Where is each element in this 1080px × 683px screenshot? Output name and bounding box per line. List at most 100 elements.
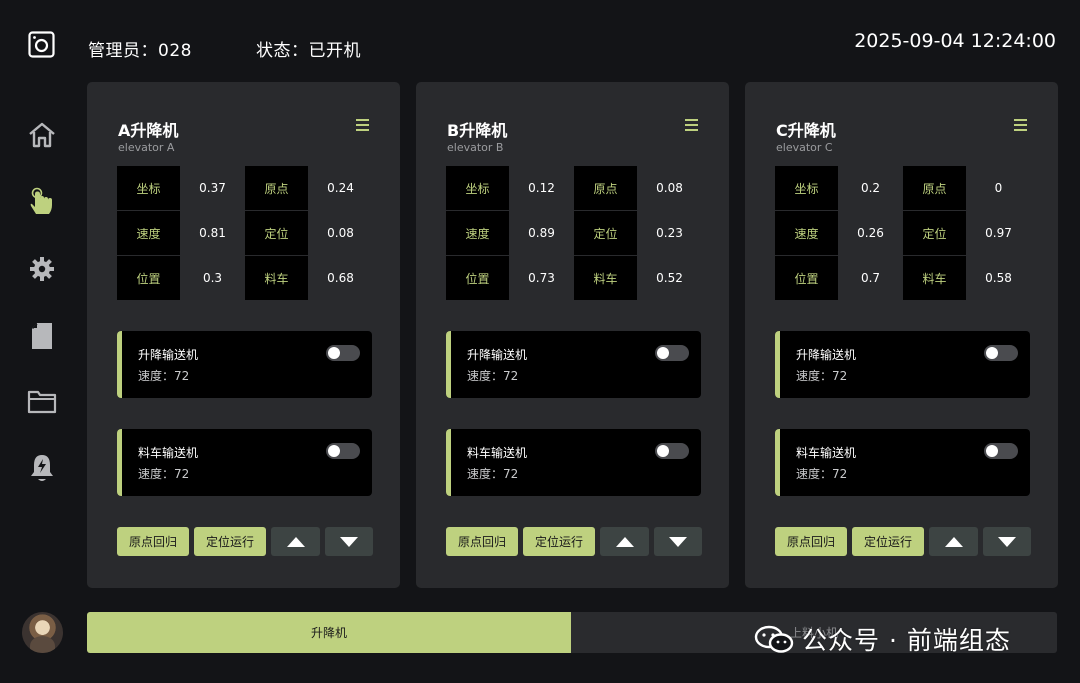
position-label: 位置	[775, 256, 838, 300]
position-set-label: 定位	[245, 211, 308, 255]
move-down-button[interactable]	[654, 527, 702, 556]
elevator-panel-c: C升降机 elevator C 坐标 0.2 原点 0 速度 0.26 定位 0…	[745, 82, 1058, 588]
move-down-button[interactable]	[325, 527, 373, 556]
cart-conveyor-toggle[interactable]	[984, 443, 1018, 459]
elevator-panel-b: B升降机 elevator B 坐标 0.12 原点 0.08 速度 0.89 …	[416, 82, 729, 588]
coord-label: 坐标	[775, 166, 838, 210]
app-root: 管理员：028 状态：已开机 2025-09-04 12:24:00 A升降机 …	[0, 0, 1080, 683]
position-set-value: 0.97	[985, 226, 1012, 240]
move-down-button[interactable]	[983, 527, 1031, 556]
speed-label: 速度	[775, 211, 838, 255]
hand-pointer-icon[interactable]	[26, 186, 58, 218]
readings-grid: 坐标 0.37 原点 0.24 速度 0.81 定位 0.08 位置 0.3 料…	[117, 166, 377, 301]
move-up-button[interactable]	[600, 527, 649, 556]
readings-grid: 坐标 0.12 原点 0.08 速度 0.89 定位 0.23 位置 0.73 …	[446, 166, 706, 301]
arrow-up-icon	[944, 536, 963, 547]
position-set-label: 定位	[574, 211, 637, 255]
home-return-button[interactable]: 原点回归	[775, 527, 847, 556]
move-up-button[interactable]	[271, 527, 320, 556]
elevator-panel-a: A升降机 elevator A 坐标 0.37 原点 0.24 速度 0.81 …	[87, 82, 400, 588]
position-set-value: 0.23	[656, 226, 683, 240]
user-avatar[interactable]	[22, 612, 63, 653]
lift-conveyor-toggle[interactable]	[984, 345, 1018, 361]
position-run-button[interactable]: 定位运行	[523, 527, 595, 556]
menu-icon[interactable]	[1014, 119, 1027, 131]
speed-value: 0.81	[199, 226, 226, 240]
cart-label: 料车	[245, 256, 308, 300]
conveyor-speed: 速度：72	[796, 369, 848, 383]
origin-label: 原点	[903, 166, 966, 210]
speed-value: 0.89	[528, 226, 555, 240]
speed-value: 0.26	[857, 226, 884, 240]
cart-conveyor-card: 料车输送机 速度：72	[446, 429, 701, 496]
panel-subtitle: elevator C	[776, 141, 833, 154]
lift-conveyor-card: 升降输送机 速度：72	[775, 331, 1030, 398]
conveyor-speed: 速度：72	[467, 369, 519, 383]
home-return-button[interactable]: 原点回归	[446, 527, 518, 556]
datetime-display: 2025-09-04 12:24:00	[854, 30, 1056, 52]
position-set-label: 定位	[903, 211, 966, 255]
conveyor-name: 升降输送机	[138, 348, 199, 362]
origin-value: 0	[994, 181, 1003, 195]
origin-label: 原点	[245, 166, 308, 210]
origin-value: 0.08	[656, 181, 683, 195]
panel-title: A升降机	[118, 121, 179, 140]
cart-value: 0.68	[327, 271, 354, 285]
cart-label: 料车	[903, 256, 966, 300]
coord-label: 坐标	[446, 166, 509, 210]
arrow-down-icon	[669, 536, 687, 547]
coord-label: 坐标	[117, 166, 180, 210]
cart-conveyor-card: 料车输送机 速度：72	[117, 429, 372, 496]
cart-conveyor-card: 料车输送机 速度：72	[775, 429, 1030, 496]
home-return-button[interactable]: 原点回归	[117, 527, 189, 556]
panel-subtitle: elevator A	[118, 141, 175, 154]
panel-title: B升降机	[447, 121, 508, 140]
position-run-button[interactable]: 定位运行	[852, 527, 924, 556]
position-label: 位置	[117, 256, 180, 300]
lift-conveyor-toggle[interactable]	[655, 345, 689, 361]
cart-value: 0.52	[656, 271, 683, 285]
speed-label: 速度	[446, 211, 509, 255]
position-run-button[interactable]: 定位运行	[194, 527, 266, 556]
conveyor-speed: 速度：72	[467, 467, 519, 481]
conveyor-name: 升降输送机	[796, 348, 857, 362]
home-icon[interactable]	[26, 119, 58, 151]
camera-logo-icon	[28, 31, 55, 58]
admin-label: 管理员：028	[88, 41, 192, 61]
folder-icon[interactable]	[26, 385, 58, 417]
cart-conveyor-toggle[interactable]	[326, 443, 360, 459]
speed-label: 速度	[117, 211, 180, 255]
document-icon[interactable]	[26, 320, 58, 352]
lift-conveyor-card: 升降输送机 速度：72	[446, 331, 701, 398]
tab-elevator[interactable]: 升降机	[87, 612, 571, 653]
position-set-value: 0.08	[327, 226, 354, 240]
conveyor-speed: 速度：72	[796, 467, 848, 481]
position-value: 0.73	[528, 271, 555, 285]
lift-conveyor-card: 升降输送机 速度：72	[117, 331, 372, 398]
cart-value: 0.58	[985, 271, 1012, 285]
move-up-button[interactable]	[929, 527, 978, 556]
watermark-text: 公众号 · 前端组态	[802, 626, 1011, 655]
cart-label: 料车	[574, 256, 637, 300]
menu-icon[interactable]	[356, 119, 369, 131]
panel-title: C升降机	[776, 121, 836, 140]
wechat-icon	[754, 624, 794, 654]
position-label: 位置	[446, 256, 509, 300]
lift-conveyor-toggle[interactable]	[326, 345, 360, 361]
alarm-bell-icon[interactable]	[26, 452, 58, 484]
menu-icon[interactable]	[685, 119, 698, 131]
origin-value: 0.24	[327, 181, 354, 195]
readings-grid: 坐标 0.2 原点 0 速度 0.26 定位 0.97 位置 0.7 料车 0.…	[775, 166, 1035, 301]
gear-icon[interactable]	[26, 253, 58, 285]
watermark: 公众号 · 前端组态	[754, 622, 1011, 656]
cart-conveyor-toggle[interactable]	[655, 443, 689, 459]
conveyor-speed: 速度：72	[138, 369, 190, 383]
arrow-down-icon	[998, 536, 1016, 547]
position-value: 0.3	[202, 271, 223, 285]
conveyor-name: 料车输送机	[796, 446, 857, 460]
panel-subtitle: elevator B	[447, 141, 504, 154]
conveyor-name: 料车输送机	[138, 446, 199, 460]
coord-value: 0.2	[860, 181, 881, 195]
conveyor-name: 升降输送机	[467, 348, 528, 362]
coord-value: 0.12	[528, 181, 555, 195]
